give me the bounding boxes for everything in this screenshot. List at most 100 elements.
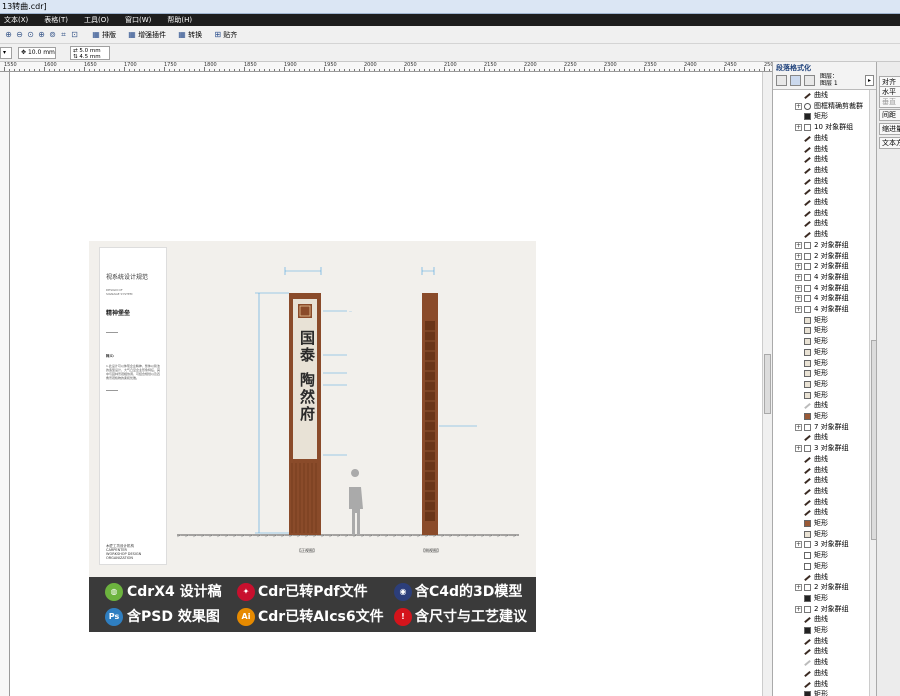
tree-node[interactable]: 曲线 [773, 497, 869, 508]
tree-node[interactable]: + 图框精确剪裁群 [773, 101, 869, 112]
canvas-vertical-scrollbar[interactable] [762, 72, 772, 696]
menu-help[interactable]: 帮助(H) [167, 14, 192, 26]
tree-node[interactable]: 曲线 [773, 486, 869, 497]
tree-node[interactable]: 矩形 [773, 325, 869, 336]
tree-node[interactable]: 曲线 [773, 432, 869, 443]
expand-toggle[interactable]: + [795, 423, 802, 431]
side-panel-item[interactable]: 缩进量 [879, 123, 900, 135]
tree-node[interactable]: 曲线 [773, 668, 869, 679]
nudge-field[interactable]: ✥ 10.0 mm [18, 47, 56, 59]
tree-node[interactable]: 曲线 [773, 572, 869, 583]
tree-node[interactable]: 矩形 [773, 347, 869, 358]
tree-node[interactable]: 曲线 [773, 133, 869, 144]
vertical-ruler[interactable] [0, 72, 10, 696]
tree-node[interactable]: 曲线 [773, 154, 869, 165]
show-properties-button[interactable] [776, 75, 787, 86]
tree-node[interactable]: +2 对象群组 [773, 240, 869, 251]
menu-text[interactable]: 文本(X) [4, 14, 28, 26]
tree-node[interactable]: 曲线 [773, 465, 869, 476]
tree-node[interactable]: +2 对象群组 [773, 604, 869, 615]
side-panel-item[interactable]: 文本方 [879, 137, 900, 149]
expand-toggle[interactable]: + [795, 241, 802, 249]
tree-node[interactable]: 矩形 [773, 411, 869, 422]
tree-node[interactable]: +4 对象群组 [773, 283, 869, 294]
scrollbar-thumb[interactable] [764, 354, 771, 414]
expand-toggle[interactable]: + [795, 284, 802, 292]
tree-node[interactable]: 矩形 [773, 390, 869, 401]
tree-node[interactable]: 矩形 [773, 368, 869, 379]
side-panel-item[interactable]: 垂直 [879, 96, 900, 108]
duplicate-distance-fields[interactable]: ⇄ 5.0 mm ⇅ 4.5 mm [70, 46, 110, 60]
zoom-page-icon[interactable]: ⊕ [36, 26, 47, 44]
tree-node[interactable]: 曲线 [773, 646, 869, 657]
tree-node[interactable]: 矩形 [773, 518, 869, 529]
tree-node[interactable]: 曲线 [773, 507, 869, 518]
tree-node[interactable]: 曲线 [773, 90, 869, 101]
artwork-page[interactable]: 视系统设计规范 DESIGN OF SIGNAGE SYSTEM 精神堡垒 释义… [89, 241, 536, 632]
tree-node[interactable]: 曲线 [773, 614, 869, 625]
side-panel-item[interactable]: 间距 [879, 109, 900, 121]
tree-node[interactable]: 矩形 [773, 379, 869, 390]
zoom-out-icon[interactable]: ⊖ [14, 26, 25, 44]
tree-node[interactable]: 矩形 [773, 625, 869, 636]
plugin-snap-button[interactable]: ⊞ 贴齐 [214, 26, 237, 44]
zoom-width-icon[interactable]: ⊚ [47, 26, 58, 44]
plugin-layout-button[interactable]: ▦ 排版 [92, 26, 116, 44]
tree-node[interactable]: 曲线 [773, 229, 869, 240]
expand-toggle[interactable]: + [795, 584, 802, 592]
tree-node[interactable]: +3 对象群组 [773, 443, 869, 454]
tree-node[interactable]: 矩形 [773, 358, 869, 369]
tree-node[interactable]: 曲线 [773, 197, 869, 208]
edit-across-layers-button[interactable] [790, 75, 801, 86]
tree-node[interactable]: 曲线 [773, 657, 869, 668]
tree-node[interactable]: +4 对象群组 [773, 293, 869, 304]
tree-node[interactable]: 曲线 [773, 475, 869, 486]
tree-node[interactable]: +2 对象群组 [773, 251, 869, 262]
zoom-in-icon[interactable]: ⊕ [3, 26, 14, 44]
tree-node[interactable]: 曲线 [773, 165, 869, 176]
dropdown-button[interactable]: ▾ [0, 47, 12, 59]
layer-manager-button[interactable] [804, 75, 815, 86]
tree-node[interactable]: 曲线 [773, 144, 869, 155]
tree-node[interactable]: +2 对象群组 [773, 582, 869, 593]
horizontal-ruler[interactable]: 1550 1600 1650 1700 1750 1800 1850 1900 1950 2000… [0, 62, 772, 72]
expand-toggle[interactable]: + [795, 102, 802, 110]
tree-node[interactable]: 矩形 [773, 593, 869, 604]
tree-node[interactable]: 曲线 [773, 186, 869, 197]
plugin-enhance-button[interactable]: ▦ 增强插件 [128, 26, 166, 44]
docker-menu-arrow[interactable]: ▸ [865, 75, 874, 86]
expand-toggle[interactable]: + [795, 124, 802, 132]
tree-node[interactable]: 曲线 [773, 176, 869, 187]
expand-toggle[interactable]: + [795, 541, 802, 549]
tree-node[interactable]: +3 对象群组 [773, 539, 869, 550]
tree-node[interactable]: +7 对象群组 [773, 422, 869, 433]
tree-node[interactable]: 矩形 [773, 529, 869, 540]
tree-node[interactable]: 曲线 [773, 218, 869, 229]
expand-toggle[interactable]: + [795, 252, 802, 260]
menu-table[interactable]: 表格(T) [44, 14, 68, 26]
plugin-convert-button[interactable]: ▦ 转换 [178, 26, 202, 44]
crop-icon[interactable]: ⌗ [58, 26, 69, 44]
tree-node[interactable]: +10 对象群组 [773, 122, 869, 133]
zoom-height-icon[interactable]: ⊡ [69, 26, 80, 44]
tree-node[interactable]: 曲线 [773, 454, 869, 465]
tree-node[interactable]: 曲线 [773, 679, 869, 690]
menu-window[interactable]: 窗口(W) [125, 14, 151, 26]
dup-y-field[interactable]: ⇅ 4.5 mm [73, 54, 101, 60]
menu-tools[interactable]: 工具(O) [84, 14, 109, 26]
expand-toggle[interactable]: + [795, 605, 802, 613]
tree-node[interactable]: 矩形 [773, 561, 869, 572]
tree-node[interactable]: +4 对象群组 [773, 304, 869, 315]
expand-toggle[interactable]: + [795, 295, 802, 303]
tree-node[interactable]: 矩形 [773, 336, 869, 347]
expand-toggle[interactable]: + [795, 445, 802, 453]
expand-toggle[interactable]: + [795, 306, 802, 313]
tree-node[interactable]: 矩形 [773, 315, 869, 326]
tree-node[interactable]: 矩形 [773, 550, 869, 561]
tree-node[interactable]: 曲线 [773, 400, 869, 411]
expand-toggle[interactable]: + [795, 263, 802, 271]
tree-node[interactable]: 曲线 [773, 208, 869, 219]
tree-node[interactable]: 矩形 [773, 111, 869, 122]
zoom-fit-icon[interactable]: ⊙ [25, 26, 36, 44]
expand-toggle[interactable]: + [795, 273, 802, 281]
